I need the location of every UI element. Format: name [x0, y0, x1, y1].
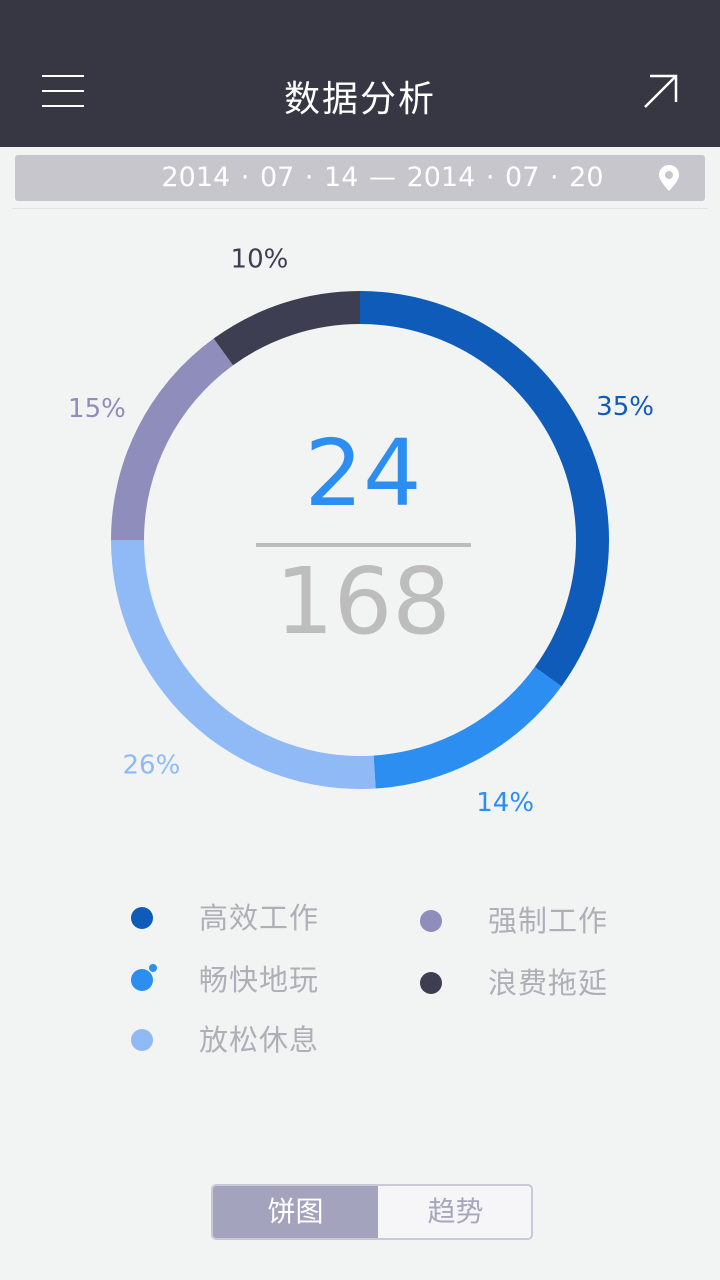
- slice-percent-label: 10%: [231, 244, 289, 274]
- slice-percent-label: 26%: [123, 751, 181, 781]
- legend-label: 高效工作: [199, 901, 320, 935]
- legend-dot: [420, 910, 442, 932]
- legend-dot: [131, 969, 153, 991]
- center-divider-line: [256, 543, 471, 547]
- legend-dot-accent: [149, 964, 157, 972]
- legend-label: 畅快地玩: [199, 963, 320, 997]
- slice-percent-label: 14%: [476, 788, 534, 818]
- view-tabs: 饼图 趋势: [211, 1184, 533, 1240]
- tab-trend[interactable]: 趋势: [380, 1186, 531, 1238]
- donut-slice: [213, 291, 360, 366]
- legend-label: 浪费拖延: [488, 966, 609, 1000]
- center-value: 24: [304, 420, 422, 527]
- center-total: 168: [275, 548, 451, 655]
- legend-label: 强制工作: [488, 904, 609, 938]
- legend-dot: [131, 907, 153, 929]
- legend-label: 放松休息: [199, 1023, 320, 1057]
- legend-dot: [420, 972, 442, 994]
- donut-slice: [373, 666, 562, 789]
- legend-dot: [131, 1029, 153, 1051]
- slice-percent-label: 35%: [596, 392, 654, 422]
- tab-pie-chart[interactable]: 饼图: [213, 1186, 378, 1238]
